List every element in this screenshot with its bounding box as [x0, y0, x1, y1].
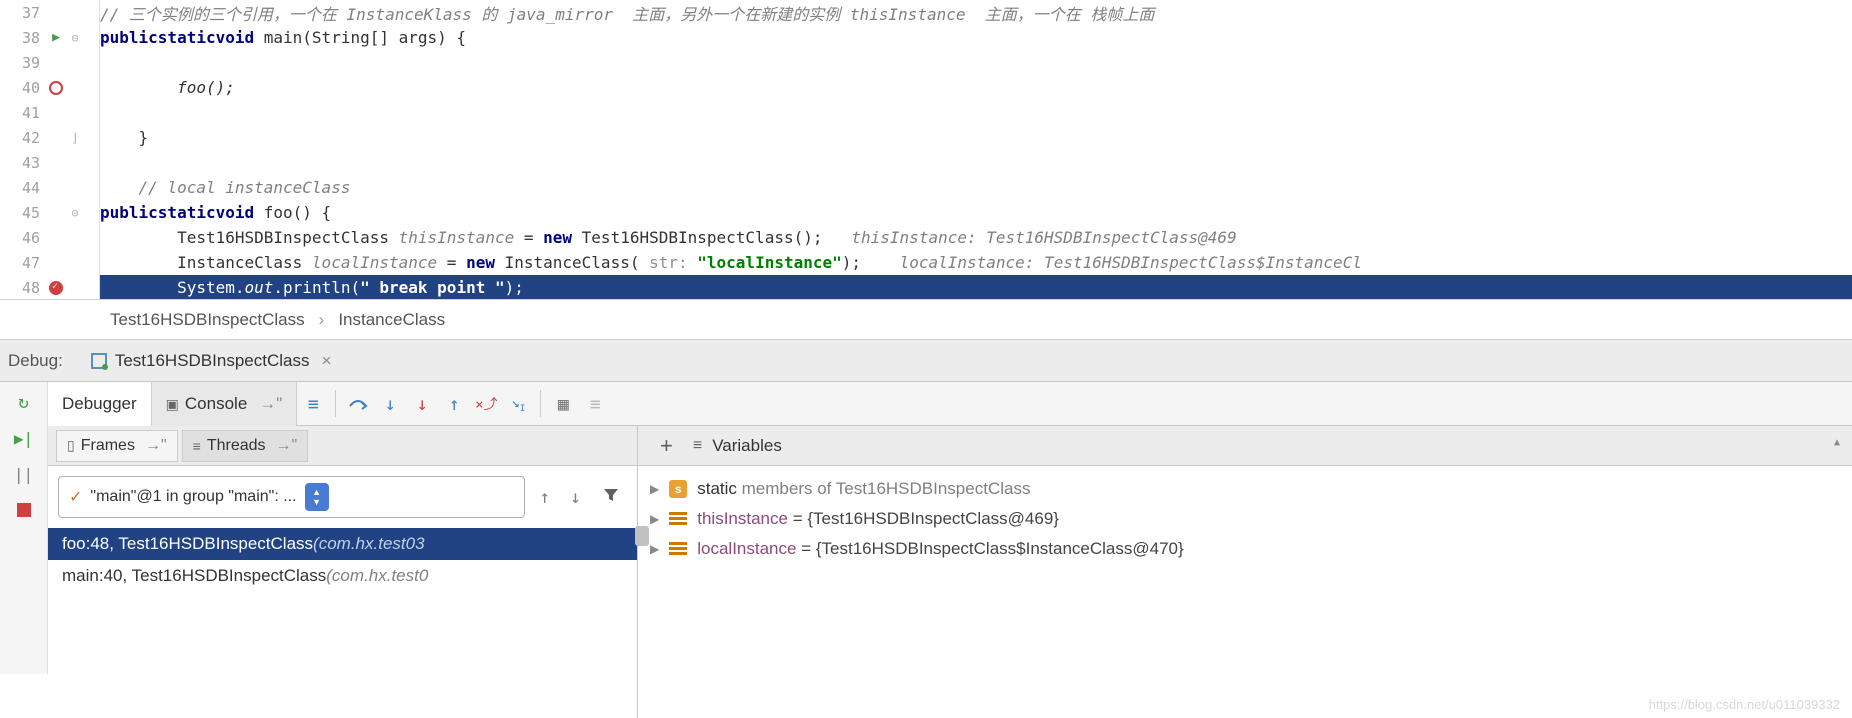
check-icon: ✓ [69, 487, 82, 507]
code-text: // 三个实例的三个引用，一个在 InstanceKlass 的 java_mi… [100, 1, 1154, 25]
prev-frame-button[interactable]: ↑ [533, 487, 556, 508]
debug-toolbar: ↻ ▶| || Debugger ▣Console→" ≡ ↓ ↓ ↑ ×⤴ ↘… [0, 382, 1852, 426]
line-number: 41 [0, 104, 40, 122]
breadcrumb: Test16HSDBInspectClass › InstanceClass [0, 300, 1852, 340]
fold-end-icon[interactable]: ⌋ [71, 131, 78, 145]
line-number: 48 [0, 279, 40, 297]
resume-button[interactable]: ▶| [14, 428, 34, 448]
step-over-button[interactable] [342, 382, 374, 426]
expand-icon[interactable]: ▶ [650, 482, 659, 496]
fold-icon[interactable]: ⊖ [71, 206, 78, 220]
line-number: 38 [0, 29, 40, 47]
application-icon [91, 353, 107, 369]
step-out-button[interactable]: ↑ [438, 382, 470, 426]
step-into-button[interactable]: ↓ [374, 382, 406, 426]
static-badge-icon: s [669, 480, 687, 498]
breadcrumb-item[interactable]: InstanceClass [338, 310, 445, 330]
debugger-tab[interactable]: Debugger [48, 382, 152, 426]
run-gutter-icon[interactable]: ▶ [46, 30, 66, 45]
watermark: https://blog.csdn.net/u011039332 [1649, 697, 1840, 712]
force-step-into-button[interactable]: ↓ [406, 382, 438, 426]
evaluate-button[interactable]: ▦ [547, 382, 579, 426]
rerun-button[interactable]: ↻ [14, 392, 34, 412]
debug-config-tab[interactable]: Test16HSDBInspectClass × [81, 347, 342, 375]
variable-row[interactable]: ▶ localInstance = {Test16HSDBInspectClas… [638, 534, 1852, 564]
threads-tab[interactable]: ≡Threads→" [182, 430, 309, 462]
new-watch-button[interactable]: + [650, 433, 683, 459]
current-execution-line: System.out.println(" break point "); [100, 275, 1852, 299]
run-to-cursor-button[interactable]: ↘I [502, 382, 534, 426]
thread-stepper[interactable]: ▲▼ [305, 483, 329, 511]
fold-icon[interactable]: ⊖ [71, 31, 78, 45]
debug-tool-window-header: Debug: Test16HSDBInspectClass × [0, 340, 1852, 382]
line-number: 47 [0, 254, 40, 272]
code-editor: 37 38▶⊖ 39 40 41 42⌋ 43 44 45⊖ 46 47 48 … [0, 0, 1852, 300]
variables-label: Variables [712, 436, 782, 456]
variable-row[interactable]: ▶ s static members of Test16HSDBInspectC… [638, 474, 1852, 504]
frames-panel: ▯Frames→" ≡Threads→" ✓ "main"@1 in group… [48, 426, 638, 718]
drop-frame-button[interactable]: ×⤴ [470, 382, 502, 426]
breakpoint-hit-gutter[interactable] [46, 281, 66, 295]
line-number: 40 [0, 79, 40, 97]
expand-icon[interactable]: ▶ [650, 512, 659, 526]
variable-row[interactable]: ▶ thisInstance = {Test16HSDBInspectClass… [638, 504, 1852, 534]
thread-dump-button[interactable]: ≡ [297, 382, 329, 426]
stack-frame[interactable]: foo:48, Test16HSDBInspectClass (com.hx.t… [48, 528, 637, 560]
object-badge-icon [669, 512, 687, 526]
code-content[interactable]: // 三个实例的三个引用，一个在 InstanceKlass 的 java_mi… [100, 0, 1852, 299]
scrollbar[interactable]: ▲ [1834, 430, 1848, 449]
menu-icon: ≡ [693, 437, 702, 455]
debug-panels: ▯Frames→" ≡Threads→" ✓ "main"@1 in group… [0, 426, 1852, 718]
next-frame-button[interactable]: ↓ [564, 487, 587, 508]
frame-list: foo:48, Test16HSDBInspectClass (com.hx.t… [48, 528, 637, 592]
thread-selector[interactable]: ✓ "main"@1 in group "main": ... ▲▼ [58, 476, 525, 518]
object-badge-icon [669, 542, 687, 556]
trace-button[interactable]: ≡ [579, 382, 611, 426]
line-number: 42 [0, 129, 40, 147]
line-number: 39 [0, 54, 40, 72]
console-tab[interactable]: ▣Console→" [152, 382, 298, 426]
breakpoint-gutter[interactable] [46, 81, 66, 95]
line-number: 45 [0, 204, 40, 222]
expand-icon[interactable]: ▶ [650, 542, 659, 556]
terminal-icon: ▣ [166, 396, 179, 413]
close-icon[interactable]: × [321, 351, 331, 371]
debug-label: Debug: [8, 351, 63, 371]
line-number: 44 [0, 179, 40, 197]
stop-button[interactable] [14, 500, 34, 520]
breadcrumb-item[interactable]: Test16HSDBInspectClass [110, 310, 305, 330]
line-number: 37 [0, 4, 40, 22]
frames-tab[interactable]: ▯Frames→" [56, 430, 178, 462]
line-number: 46 [0, 229, 40, 247]
filter-button[interactable] [595, 487, 627, 508]
threads-icon: ≡ [193, 438, 201, 454]
pause-button[interactable]: || [14, 464, 34, 484]
line-number: 43 [0, 154, 40, 172]
gutter: 37 38 ▶ ⊖ 39 40 41 42 ⌋ 43 44 45 ⊖ 46 47 48 [0, 0, 100, 299]
frames-icon: ▯ [67, 437, 75, 454]
stack-frame[interactable]: main:40, Test16HSDBInspectClass (com.hx.… [48, 560, 637, 592]
variables-panel: + ≡ Variables ▶ s static members of Test… [638, 426, 1852, 718]
breadcrumb-separator: › [319, 310, 325, 330]
